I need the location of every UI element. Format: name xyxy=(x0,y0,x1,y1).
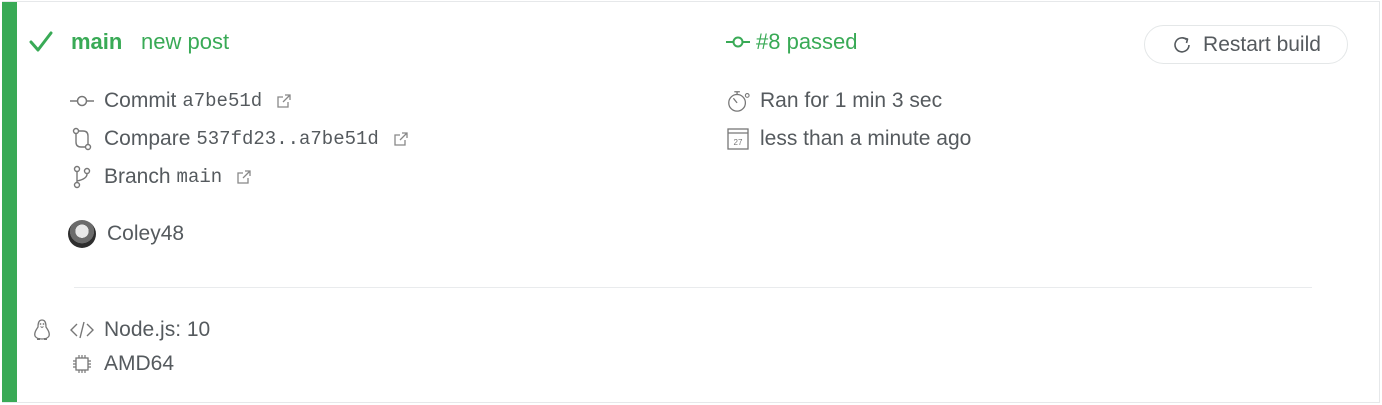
arch-row: AMD64 xyxy=(70,352,174,376)
author-name[interactable]: Coley48 xyxy=(107,222,184,246)
branch-icon xyxy=(70,165,94,189)
build-status-link[interactable]: #8 passed xyxy=(726,29,858,55)
linux-icon xyxy=(34,319,50,340)
compare-label: Compare xyxy=(104,127,191,150)
branch-label: Branch xyxy=(104,165,171,188)
language-row: Node.js: 10 xyxy=(70,318,210,342)
commit-icon xyxy=(726,36,750,48)
divider xyxy=(74,287,1312,288)
duration-text: Ran for 1 min 3 sec xyxy=(760,89,943,112)
finished-text: less than a minute ago xyxy=(760,127,972,150)
restart-build-label: Restart build xyxy=(1203,32,1321,56)
external-link-icon[interactable] xyxy=(393,131,409,147)
code-icon xyxy=(70,318,94,342)
avatar[interactable] xyxy=(68,220,96,248)
external-link-icon[interactable] xyxy=(276,93,292,109)
commit-icon xyxy=(70,89,94,113)
duration-row: Ran for 1 min 3 sec xyxy=(726,89,942,113)
language-text: Node.js: 10 xyxy=(104,318,211,341)
compare-row[interactable]: Compare 537fd23..a7be51d xyxy=(70,127,409,151)
branch-row[interactable]: Branch main xyxy=(70,165,252,189)
build-card: main new post #8 passed Restart build Co… xyxy=(2,1,1380,403)
external-link-icon[interactable] xyxy=(236,169,252,185)
build-status-text: #8 passed xyxy=(756,29,858,54)
branch-name[interactable]: main xyxy=(71,29,122,55)
commit-message[interactable]: new post xyxy=(141,29,229,55)
restart-build-button[interactable]: Restart build xyxy=(1144,25,1348,64)
stopwatch-icon xyxy=(726,89,750,113)
commit-sha: a7be51d xyxy=(182,90,263,112)
compare-icon xyxy=(70,127,94,151)
cpu-icon xyxy=(70,352,94,376)
restart-icon xyxy=(1174,36,1190,53)
calendar-day: 27 xyxy=(734,138,743,147)
arch-text: AMD64 xyxy=(104,352,175,375)
commit-label: Commit xyxy=(104,89,177,112)
compare-range: 537fd23..a7be51d xyxy=(196,128,379,150)
calendar-icon: 27 xyxy=(726,127,750,151)
finished-row: 27 less than a minute ago xyxy=(726,127,971,151)
status-stripe xyxy=(2,2,17,402)
check-icon xyxy=(29,31,53,52)
commit-row[interactable]: Commit a7be51d xyxy=(70,89,292,113)
branch-value: main xyxy=(176,166,223,188)
